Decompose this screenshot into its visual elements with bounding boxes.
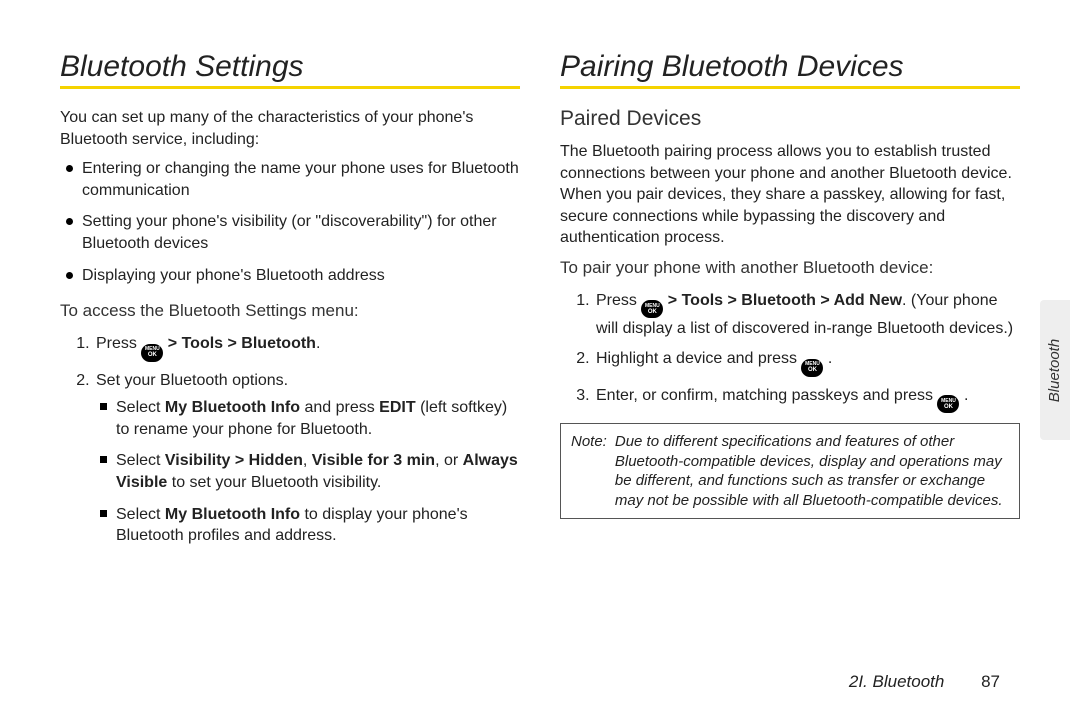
page-footer: 2I. Bluetooth 87 <box>849 672 1000 692</box>
menu-ok-key-icon: MENUOK <box>641 300 663 318</box>
list-item: Select My Bluetooth Info and press EDIT … <box>96 397 520 440</box>
intro-paragraph: You can set up many of the characteristi… <box>60 107 520 150</box>
list-item: Setting your phone's visibility (or "dis… <box>60 211 520 254</box>
note-box: Note: Due to different specifications an… <box>560 423 1020 519</box>
heading-rule <box>560 86 1020 89</box>
right-column: Pairing Bluetooth Devices Paired Devices… <box>560 50 1020 690</box>
side-tab-label: Bluetooth <box>1047 338 1064 401</box>
access-steps: Press MENUOK > Tools > Bluetooth. Set yo… <box>60 333 520 547</box>
list-item: Press MENUOK > Tools > Bluetooth > Add N… <box>594 290 1020 340</box>
page-number: 87 <box>981 672 1000 691</box>
side-tab: Bluetooth <box>1040 300 1070 440</box>
menu-ok-key-icon: MENUOK <box>937 395 959 413</box>
heading-pairing: Pairing Bluetooth Devices <box>560 50 1020 84</box>
pair-steps: Press MENUOK > Tools > Bluetooth > Add N… <box>560 290 1020 413</box>
footer-section: 2I. Bluetooth <box>849 672 944 691</box>
pair-subheading: To pair your phone with another Bluetoot… <box>560 257 1020 280</box>
list-item: Entering or changing the name your phone… <box>60 158 520 201</box>
list-item: Displaying your phone's Bluetooth addres… <box>60 265 520 287</box>
step-text: Press <box>96 335 141 352</box>
list-item: Select Visibility > Hidden, Visible for … <box>96 450 520 493</box>
menu-ok-key-icon: MENUOK <box>141 344 163 362</box>
feature-bullet-list: Entering or changing the name your phone… <box>60 158 520 286</box>
nav-path: > Tools > Bluetooth <box>168 335 316 352</box>
pairing-paragraph: The Bluetooth pairing process allows you… <box>560 141 1020 249</box>
step-text: Set your Bluetooth options. <box>96 372 288 389</box>
left-column: Bluetooth Settings You can set up many o… <box>60 50 520 690</box>
access-subheading: To access the Bluetooth Settings menu: <box>60 300 520 323</box>
list-item: Select My Bluetooth Info to display your… <box>96 504 520 547</box>
note-text: Due to different specifications and feat… <box>615 432 1009 510</box>
heading-bluetooth-settings: Bluetooth Settings <box>60 50 520 84</box>
menu-ok-key-icon: MENUOK <box>801 359 823 377</box>
heading-rule <box>60 86 520 89</box>
list-item: Set your Bluetooth options. Select My Bl… <box>94 370 520 547</box>
list-item: Press MENUOK > Tools > Bluetooth. <box>94 333 520 362</box>
sub-bullet-list: Select My Bluetooth Info and press EDIT … <box>96 397 520 547</box>
list-item: Highlight a device and press MENUOK . <box>594 348 1020 377</box>
list-item: Enter, or confirm, matching passkeys and… <box>594 385 1020 414</box>
note-label: Note: <box>571 432 607 510</box>
manual-page: Bluetooth Settings You can set up many o… <box>0 0 1080 720</box>
section-paired-devices: Paired Devices <box>560 107 1020 131</box>
step-text: . <box>316 335 320 352</box>
